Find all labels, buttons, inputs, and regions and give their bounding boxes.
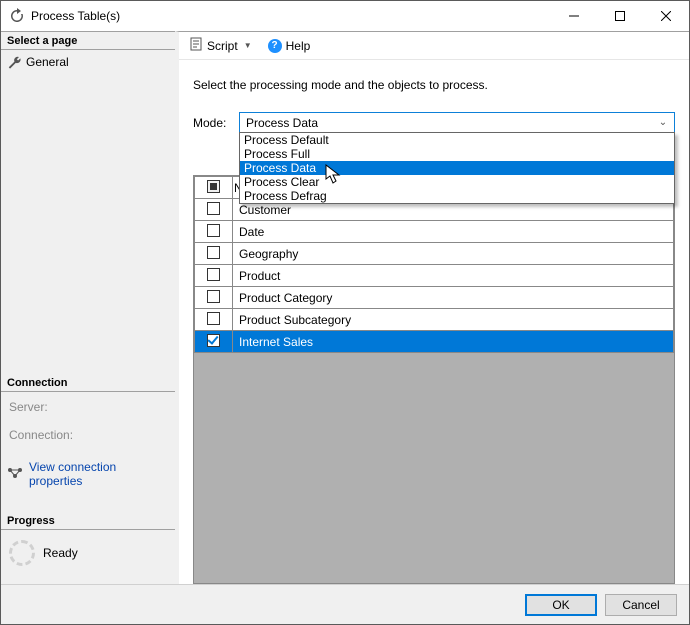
window-controls xyxy=(551,1,689,31)
header-check-cell[interactable] xyxy=(195,177,233,199)
minimize-button[interactable] xyxy=(551,1,597,31)
cancel-button[interactable]: Cancel xyxy=(605,594,677,616)
script-button[interactable]: Script ▼ xyxy=(185,35,258,56)
row-name-cell: Product Category xyxy=(233,287,674,309)
refresh-icon xyxy=(9,8,25,24)
dialog-body: Select a page General Connection Server:… xyxy=(1,31,689,584)
checkbox-icon xyxy=(207,202,220,215)
row-check-cell[interactable] xyxy=(195,221,233,243)
right-pane: Script ▼ ? Help Select the processing mo… xyxy=(175,31,689,584)
mode-select[interactable]: Process Data ⌄ xyxy=(239,112,675,133)
chevron-down-icon[interactable]: ▼ xyxy=(242,41,254,50)
mode-select-value: Process Data xyxy=(246,116,318,130)
checkbox-icon xyxy=(207,246,220,259)
title-bar: Process Table(s) xyxy=(1,1,689,31)
table-row[interactable]: Date xyxy=(195,221,674,243)
connection-header: Connection xyxy=(1,374,175,392)
checkbox-icon xyxy=(207,224,220,237)
progress-section: Progress Ready xyxy=(1,512,175,584)
checkbox-icon xyxy=(207,268,220,281)
page-item-label: General xyxy=(26,55,69,69)
instruction-text: Select the processing mode and the objec… xyxy=(193,78,675,92)
checkbox-icon xyxy=(207,290,220,303)
help-label: Help xyxy=(286,39,311,53)
mode-option[interactable]: Process Clear xyxy=(240,175,674,189)
table-row[interactable]: Geography xyxy=(195,243,674,265)
mode-option[interactable]: Process Defrag xyxy=(240,189,674,203)
connection-section: Connection Server: Connection: View conn… xyxy=(1,374,175,492)
help-icon: ? xyxy=(268,39,282,53)
row-check-cell[interactable] xyxy=(195,199,233,221)
mode-option[interactable]: Process Default xyxy=(240,133,674,147)
table-row[interactable]: Internet Sales xyxy=(195,331,674,353)
view-connection-properties-label: View connection properties xyxy=(29,460,169,488)
script-label: Script xyxy=(207,39,238,53)
content-area: Select the processing mode and the objec… xyxy=(179,60,689,584)
progress-header: Progress xyxy=(1,512,175,530)
progress-status: Ready xyxy=(43,546,78,560)
help-button[interactable]: ? Help xyxy=(264,37,315,55)
left-pane: Select a page General Connection Server:… xyxy=(1,31,175,584)
table-row[interactable]: Product Subcategory xyxy=(195,309,674,331)
dialog-window: Process Table(s) Select a page General C… xyxy=(0,0,690,625)
row-check-cell[interactable] xyxy=(195,309,233,331)
mode-option[interactable]: Process Full xyxy=(240,147,674,161)
row-check-cell[interactable] xyxy=(195,331,233,353)
object-table-wrap: Name CustomerDateGeographyProductProduct… xyxy=(193,175,675,584)
row-check-cell[interactable] xyxy=(195,243,233,265)
spinner-icon xyxy=(9,540,35,566)
row-check-cell[interactable] xyxy=(195,287,233,309)
page-list: General xyxy=(1,50,175,74)
checkbox-icon xyxy=(207,312,220,325)
maximize-button[interactable] xyxy=(597,1,643,31)
checkbox-icon xyxy=(207,334,220,347)
script-icon xyxy=(189,37,203,54)
window-title: Process Table(s) xyxy=(31,9,551,23)
tristate-check-icon xyxy=(207,180,220,193)
row-check-cell[interactable] xyxy=(195,265,233,287)
network-icon xyxy=(7,467,23,482)
table-row[interactable]: Product xyxy=(195,265,674,287)
page-item-general[interactable]: General xyxy=(7,54,169,70)
mode-option[interactable]: Process Data xyxy=(240,161,674,175)
select-page-header: Select a page xyxy=(1,32,175,50)
wrench-icon xyxy=(7,55,21,69)
row-name-cell: Product Subcategory xyxy=(233,309,674,331)
row-name-cell: Geography xyxy=(233,243,674,265)
connection-label: Connection: xyxy=(7,424,169,452)
chevron-down-icon: ⌄ xyxy=(654,117,672,128)
row-name-cell: Date xyxy=(233,221,674,243)
mode-dropdown-list: Process DefaultProcess FullProcess DataP… xyxy=(239,132,675,204)
close-button[interactable] xyxy=(643,1,689,31)
toolbar: Script ▼ ? Help xyxy=(179,32,689,60)
server-label: Server: xyxy=(7,396,169,424)
row-name-cell: Internet Sales xyxy=(233,331,674,353)
ok-button[interactable]: OK xyxy=(525,594,597,616)
table-row[interactable]: Product Category xyxy=(195,287,674,309)
mode-label: Mode: xyxy=(193,116,231,130)
mode-row: Mode: Process Data ⌄ Process DefaultProc… xyxy=(193,112,675,133)
view-connection-properties[interactable]: View connection properties xyxy=(7,452,169,488)
row-name-cell: Product xyxy=(233,265,674,287)
dialog-footer: OK Cancel xyxy=(1,584,689,624)
mode-select-wrap: Process Data ⌄ Process DefaultProcess Fu… xyxy=(239,112,675,133)
